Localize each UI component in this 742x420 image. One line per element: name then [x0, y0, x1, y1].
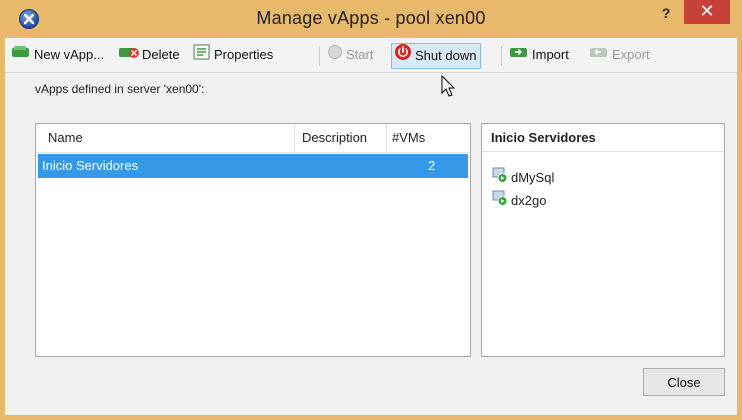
delete-icon: [119, 44, 139, 66]
vapp-detail-panel: Inicio Servidores dMySql dx2go: [481, 123, 725, 357]
delete-button[interactable]: Delete: [119, 44, 180, 66]
table-row[interactable]: Inicio Servidores 2: [38, 154, 468, 178]
column-header-description[interactable]: Description: [302, 124, 367, 152]
export-button[interactable]: Export: [589, 44, 650, 66]
mouse-cursor-icon: [441, 75, 456, 97]
properties-button[interactable]: Properties: [193, 44, 273, 66]
section-label: vApps defined in server 'xen00':: [35, 82, 205, 96]
list-item: dMySql: [492, 167, 555, 189]
vm-running-icon: [492, 167, 508, 189]
manage-vapps-window: Manage vApps - pool xen00 ? ✕ New vApp..…: [0, 0, 742, 420]
import-icon: [509, 44, 529, 66]
new-vapp-icon: [11, 44, 31, 66]
column-divider[interactable]: [294, 124, 295, 152]
import-button[interactable]: Import: [509, 44, 569, 66]
column-divider[interactable]: [386, 124, 387, 152]
vm-name: dx2go: [511, 193, 547, 208]
list-item: dx2go: [492, 190, 547, 212]
vapps-list[interactable]: Name Description #VMs Inicio Servidores …: [35, 123, 471, 357]
delete-label: Delete: [142, 47, 180, 62]
vm-name: dMySql: [511, 170, 555, 185]
start-icon: [327, 44, 343, 67]
import-label: Import: [532, 47, 569, 62]
export-label: Export: [612, 47, 650, 62]
window-close-button[interactable]: ✕: [684, 0, 730, 24]
column-header-name[interactable]: Name: [48, 124, 83, 152]
new-vapp-label: New vApp...: [34, 47, 105, 62]
window-title: Manage vApps - pool xen00: [256, 8, 486, 28]
export-icon: [589, 44, 609, 66]
properties-label: Properties: [214, 47, 274, 62]
start-button[interactable]: Start: [327, 44, 373, 66]
title-bar[interactable]: Manage vApps - pool xen00 ? ✕: [5, 0, 737, 38]
toolbar-separator: [501, 46, 502, 66]
properties-icon: [193, 44, 211, 67]
shut-down-label: Shut down: [415, 48, 477, 63]
toolbar-separator: [319, 46, 320, 66]
new-vapp-button[interactable]: New vApp...: [11, 44, 104, 66]
row-vm-count: 2: [428, 158, 436, 173]
list-header: Name Description #VMs: [36, 124, 470, 153]
shut-down-icon: [394, 43, 412, 69]
toolbar: New vApp... Delete Properties Start Shut…: [5, 38, 737, 73]
close-button[interactable]: Close: [643, 368, 725, 396]
column-header-vms[interactable]: #VMs: [392, 124, 425, 152]
shut-down-button[interactable]: Shut down: [391, 43, 482, 69]
help-button[interactable]: ?: [653, 4, 679, 26]
start-label: Start: [346, 47, 374, 62]
detail-title: Inicio Servidores: [482, 124, 724, 152]
row-name: Inicio Servidores: [42, 158, 139, 173]
vm-running-icon: [492, 190, 508, 212]
